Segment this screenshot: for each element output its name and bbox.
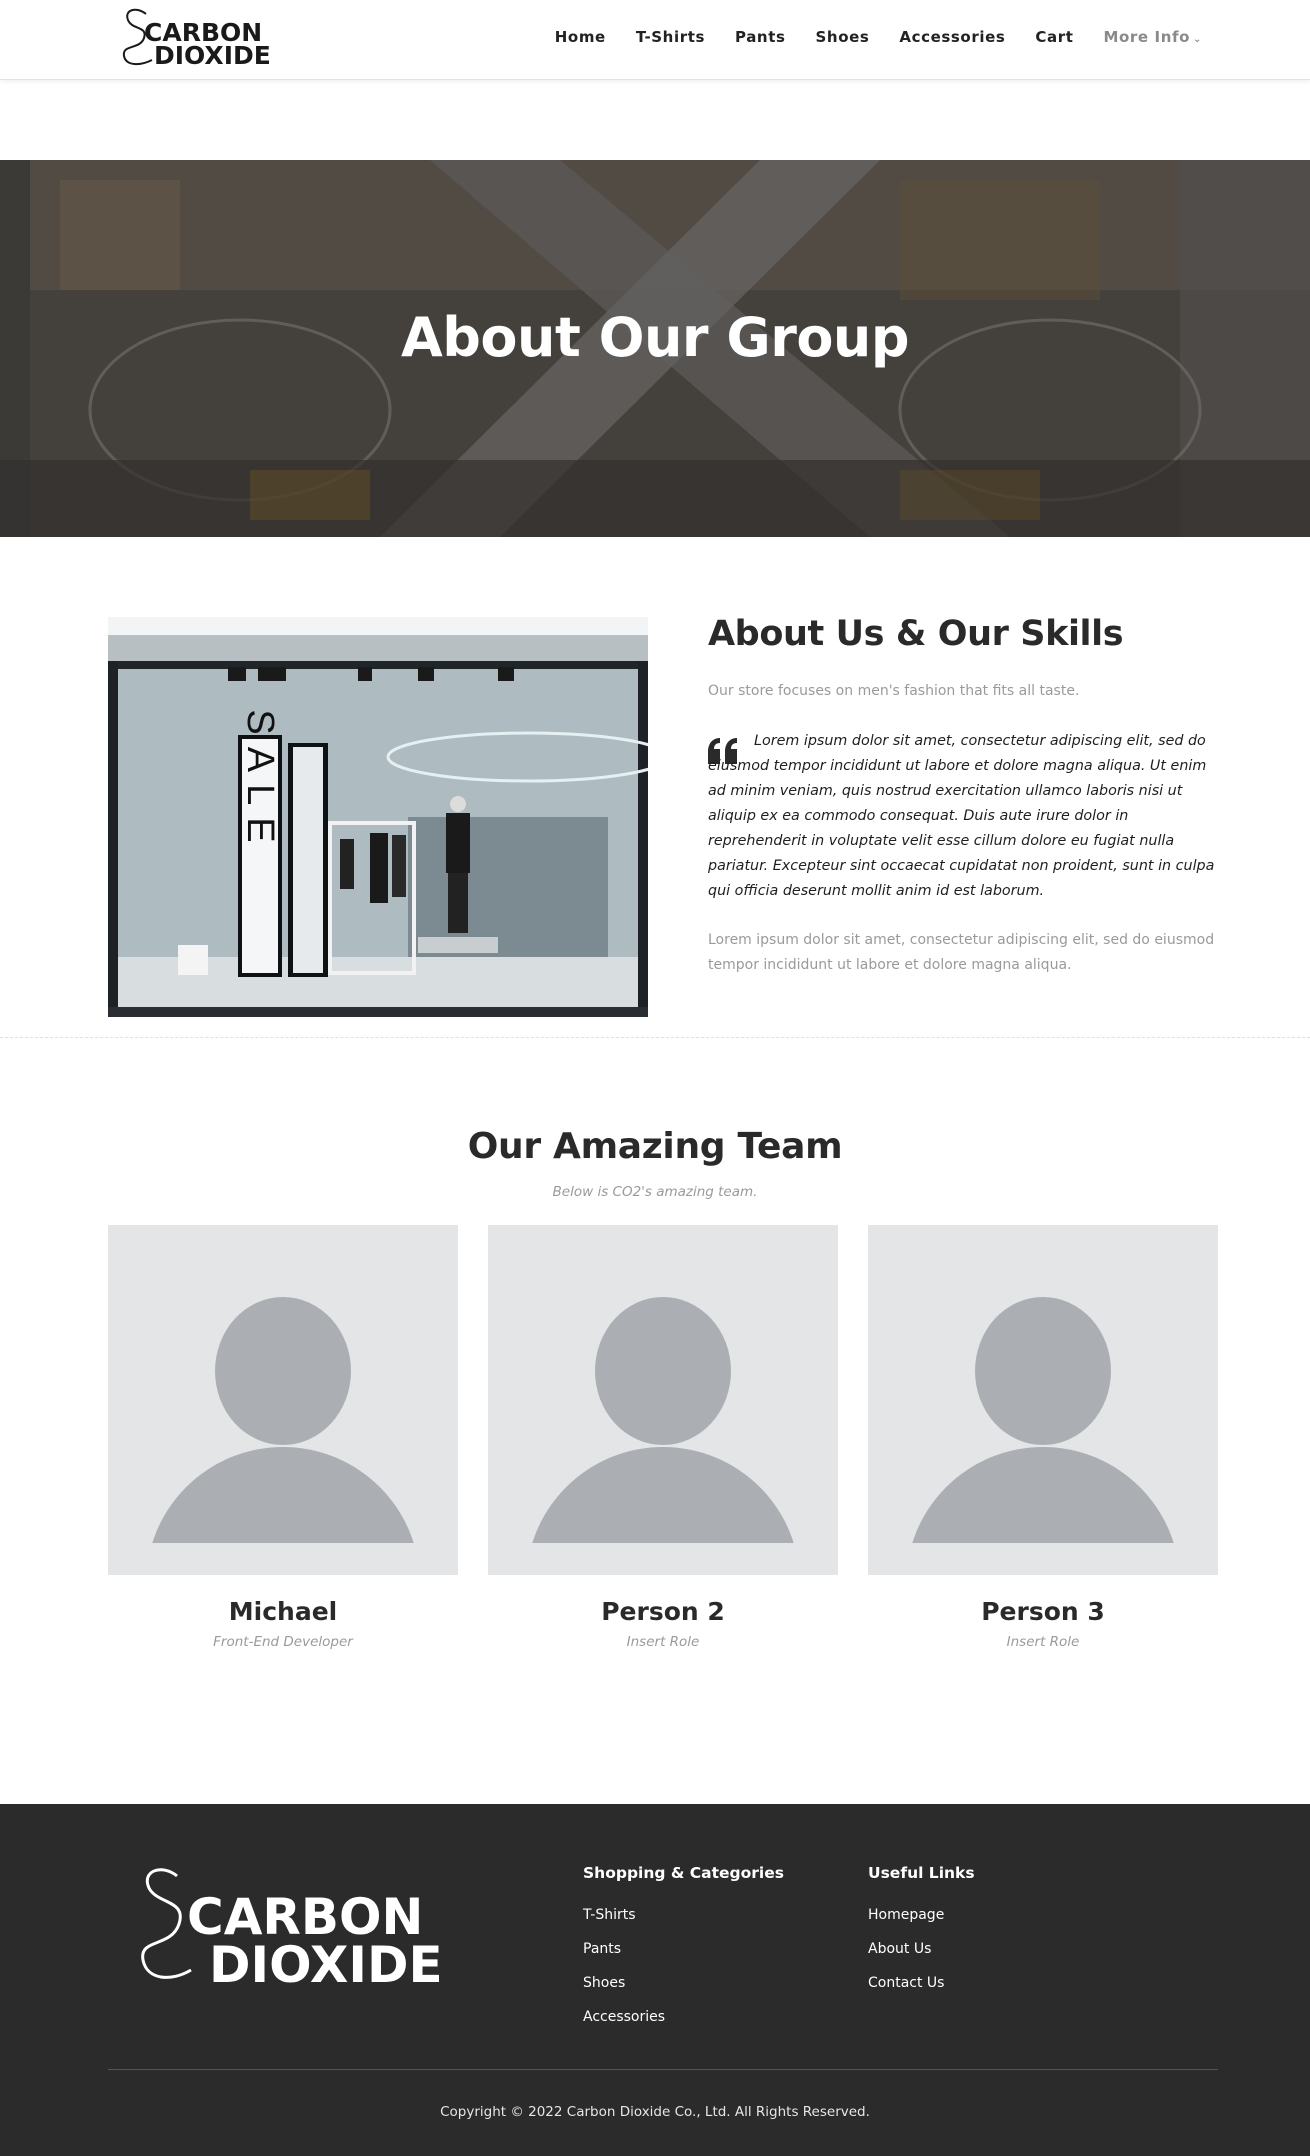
team-member-name: Michael: [228, 1597, 338, 1626]
store-front-image: SALE: [108, 617, 648, 1017]
footer-link-homepage[interactable]: Homepage: [868, 1898, 975, 1932]
logo-word-dioxide: DIOXIDE: [154, 41, 271, 70]
team-member-role: Insert Role: [626, 1634, 700, 1650]
avatar-placeholder: [488, 1225, 838, 1575]
about-quote: Lorem ipsum dolor sit amet, consectetur …: [708, 733, 1215, 899]
hero-title: About Our Group: [400, 306, 910, 369]
nav-more-info-label: More Info: [1103, 28, 1191, 46]
nav-pants[interactable]: Pants: [735, 28, 786, 46]
footer-link-accessories[interactable]: Accessories: [583, 2000, 784, 2034]
avatar-head-shape: [215, 1297, 351, 1445]
site-header: CARBON DIOXIDE Home T-Shirts Pants Shoes…: [0, 0, 1310, 80]
team-title: Our Amazing Team: [467, 1126, 843, 1167]
about-extra-text: Lorem ipsum dolor sit amet, consectetur …: [708, 932, 1215, 973]
hero-banner: About Our Group: [0, 160, 1310, 537]
footer-shopping-column: Shopping & Categories T-Shirts Pants Sho…: [583, 1864, 784, 2034]
nav-tshirts[interactable]: T-Shirts: [636, 28, 705, 46]
sale-sign-text: SALE: [239, 709, 281, 854]
team-card: Michael Front-End Developer: [108, 1225, 458, 1650]
about-lead: Our store focuses on men's fashion that …: [708, 683, 1080, 699]
site-footer: CARBON DIOXIDE Shopping & Categories T-S…: [0, 1804, 1310, 2156]
nav-shoes[interactable]: Shoes: [816, 28, 870, 46]
avatar-head-shape: [975, 1297, 1111, 1445]
team-subtitle: Below is CO2's amazing team.: [552, 1184, 758, 1200]
avatar-bottom-mask: [488, 1543, 838, 1575]
team-member-name: Person 3: [981, 1597, 1105, 1626]
nav-cart[interactable]: Cart: [1035, 28, 1073, 46]
avatar-bottom-mask: [868, 1543, 1218, 1575]
copyright-text: Copyright © 2022 Carbon Dioxide Co., Ltd…: [440, 2104, 870, 2120]
site-logo[interactable]: CARBON DIOXIDE: [118, 4, 271, 70]
footer-link-tshirts[interactable]: T-Shirts: [583, 1898, 784, 1932]
main-nav: Home T-Shirts Pants Shoes Accessories Ca…: [555, 28, 1202, 46]
footer-logo-word-dioxide: DIOXIDE: [209, 1936, 443, 1994]
nav-home[interactable]: Home: [555, 28, 606, 46]
footer-logo[interactable]: CARBON DIOXIDE: [137, 1864, 443, 1994]
footer-link-contact-us[interactable]: Contact Us: [868, 1966, 975, 2000]
team-card: Person 3 Insert Role: [868, 1225, 1218, 1650]
store-window-illustration: SALE: [108, 617, 648, 1017]
chevron-down-icon: ⌄: [1193, 34, 1202, 45]
avatar-placeholder: [868, 1225, 1218, 1575]
avatar-placeholder: [108, 1225, 458, 1575]
footer-useful-heading: Useful Links: [868, 1864, 975, 1882]
nav-accessories[interactable]: Accessories: [899, 28, 1005, 46]
footer-logo-word-carbon: CARBON: [187, 1888, 424, 1946]
section-divider: [0, 1037, 1310, 1038]
footer-link-pants[interactable]: Pants: [583, 1932, 784, 1966]
footer-useful-column: Useful Links Homepage About Us Contact U…: [868, 1864, 975, 2000]
team-card: Person 2 Insert Role: [488, 1225, 838, 1650]
footer-divider: [108, 2069, 1218, 2070]
footer-link-about-us[interactable]: About Us: [868, 1932, 975, 1966]
team-member-role: Insert Role: [1006, 1634, 1080, 1650]
nav-more-info[interactable]: More Info ⌄: [1103, 28, 1202, 46]
team-member-name: Person 2: [601, 1597, 725, 1626]
avatar-head-shape: [595, 1297, 731, 1445]
avatar-bottom-mask: [108, 1543, 458, 1575]
about-title: About Us & Our Skills: [708, 614, 1124, 654]
footer-shopping-heading: Shopping & Categories: [583, 1864, 784, 1882]
footer-link-shoes[interactable]: Shoes: [583, 1966, 784, 2000]
team-member-role: Front-End Developer: [213, 1634, 353, 1650]
